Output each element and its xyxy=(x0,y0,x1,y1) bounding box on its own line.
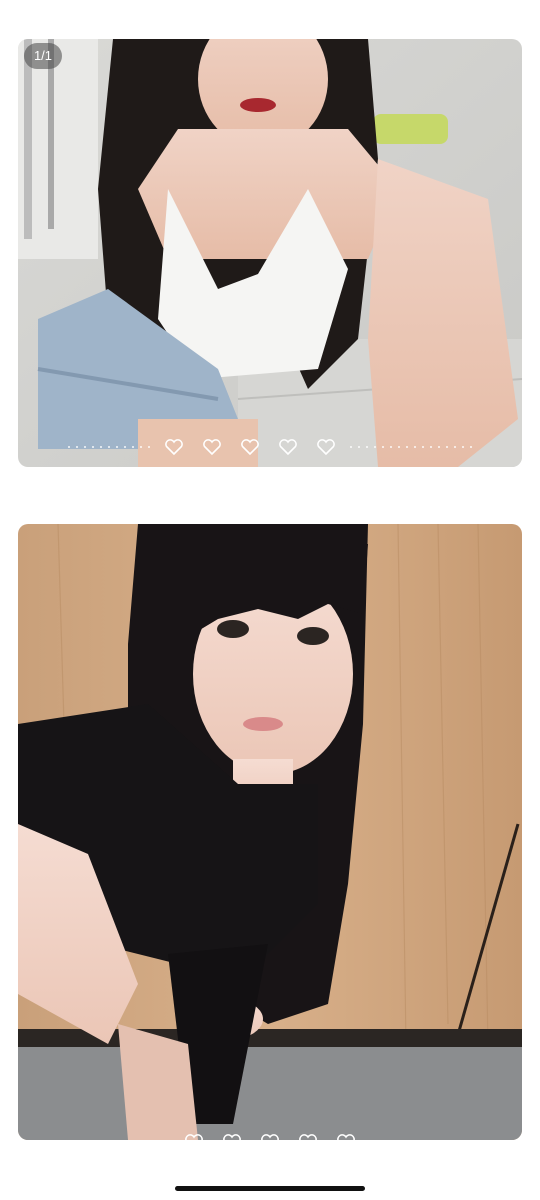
heart-icon[interactable] xyxy=(240,438,260,456)
heart-icon[interactable] xyxy=(316,438,336,456)
heart-icon[interactable] xyxy=(298,1133,318,1140)
heart-icon[interactable] xyxy=(202,438,222,456)
heart-icon[interactable] xyxy=(222,1133,242,1140)
heart-icon[interactable] xyxy=(260,1133,280,1140)
photo-image[interactable] xyxy=(18,39,522,467)
dot-separator-right xyxy=(350,446,472,448)
heart-icon[interactable] xyxy=(278,438,298,456)
home-indicator[interactable] xyxy=(175,1186,365,1191)
reaction-bar xyxy=(18,437,522,457)
heart-icon[interactable] xyxy=(184,1133,204,1140)
reaction-bar xyxy=(18,1132,522,1140)
photo-image[interactable] xyxy=(18,524,522,1140)
photo-counter-badge: 1/1 xyxy=(24,43,62,69)
photo-card-1[interactable]: 1/1 xyxy=(18,39,522,467)
photo-card-2[interactable] xyxy=(18,524,522,1140)
heart-icon[interactable] xyxy=(164,438,184,456)
heart-icon[interactable] xyxy=(336,1133,356,1140)
dot-separator-left xyxy=(68,446,150,448)
